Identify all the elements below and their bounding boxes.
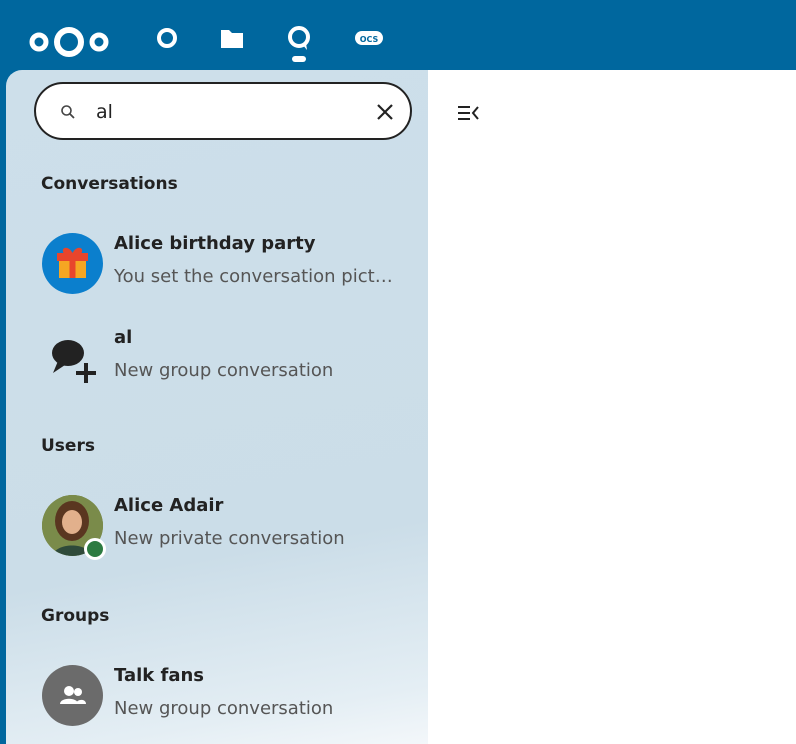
talk-icon[interactable] [285, 24, 315, 58]
conversation-name: al [114, 327, 133, 348]
group-icon [42, 665, 103, 726]
sidebar: Conversations Alice birthday party You s… [6, 70, 428, 744]
nextcloud-logo[interactable] [27, 24, 111, 64]
dashboard-icon[interactable] [155, 24, 179, 56]
conversation-description: New group conversation [114, 360, 334, 381]
search-input[interactable] [96, 98, 356, 126]
conversation-item[interactable]: Alice birthday party You set the convers… [36, 226, 406, 306]
search-box [34, 82, 412, 140]
folder-icon[interactable] [219, 24, 245, 56]
conversation-item[interactable]: al New group conversation [36, 320, 406, 400]
gift-icon [42, 233, 103, 294]
top-header: OCS [0, 0, 796, 70]
ocs-label: OCS [360, 35, 379, 44]
clear-search-icon[interactable] [376, 103, 394, 125]
active-app-indicator [292, 56, 306, 62]
user-item[interactable]: Alice Adair New private conversation [36, 488, 406, 568]
user-action: New private conversation [114, 528, 345, 549]
group-item[interactable]: Talk fans New group conversation [36, 658, 406, 738]
section-title-conversations: Conversations [41, 174, 178, 194]
ocs-icon[interactable]: OCS [354, 24, 384, 56]
user-name: Alice Adair [114, 495, 224, 516]
conversation-last-message: You set the conversation picture [114, 266, 404, 287]
search-icon [60, 104, 76, 124]
group-action: New group conversation [114, 698, 334, 719]
section-title-groups: Groups [41, 606, 110, 626]
section-title-users: Users [41, 436, 95, 456]
group-name: Talk fans [114, 665, 205, 686]
toggle-navigation-icon[interactable] [456, 104, 480, 126]
main-content [428, 70, 796, 744]
online-status-indicator [84, 538, 106, 560]
conversation-name: Alice birthday party [114, 233, 316, 254]
new-conversation-icon [42, 327, 103, 388]
